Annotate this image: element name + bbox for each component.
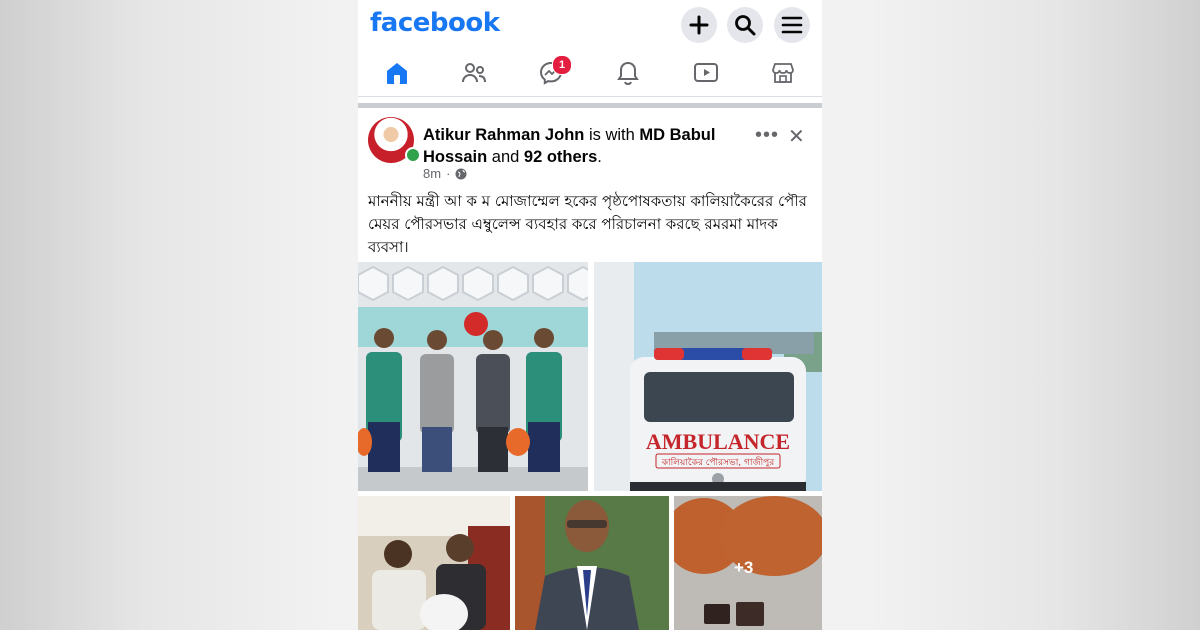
photo-arrest-scene[interactable] — [358, 262, 588, 491]
more-options-icon[interactable]: ••• — [755, 124, 779, 147]
photo-ambulance-art: AMBULANCE কালিয়াকৈর পৌরসভা, গাজীপুর — [594, 262, 822, 491]
post-meta: 8m · — [423, 166, 467, 181]
tab-watch[interactable] — [686, 56, 726, 90]
more-photos-count: +3 — [734, 558, 754, 577]
photo-meeting[interactable] — [358, 496, 510, 630]
hamburger-menu-icon — [781, 16, 803, 34]
ambulance-label: AMBULANCE — [646, 429, 790, 454]
friends-icon — [462, 63, 486, 83]
search-button[interactable] — [727, 7, 763, 43]
photo-ambulance[interactable]: AMBULANCE কালিয়াকৈর পৌরসভা, গাজীপুর — [594, 262, 822, 491]
tab-home[interactable] — [377, 56, 417, 90]
marketplace-icon — [772, 63, 794, 83]
close-icon[interactable]: ✕ — [788, 124, 805, 149]
with-text: is with — [588, 126, 635, 144]
and-text: and — [491, 148, 520, 166]
post-header: Atikur Rahman John is with MD Babul Hoss… — [423, 124, 743, 168]
post-body-text: মাননীয় মন্ত্রী আ ক ম মোজাম্মেল হকের পৃষ… — [368, 192, 807, 256]
tab-bar: 1 — [358, 52, 822, 94]
messenger-badge: 1 — [552, 55, 572, 75]
ambulance-sub-label: কালিয়াকৈর পৌরসভা, গাজীপুর — [661, 456, 776, 468]
others-link[interactable]: 92 others — [524, 148, 597, 166]
nav-divider — [358, 96, 822, 97]
photo-official-portrait-art — [515, 496, 669, 630]
bell-icon — [617, 61, 639, 86]
facebook-mobile-screen: facebook 1 Atikur Rahman John is with MD… — [358, 0, 822, 630]
post-time[interactable]: 8m — [423, 166, 441, 181]
menu-button[interactable] — [774, 7, 810, 43]
photo-official-portrait[interactable] — [515, 496, 669, 630]
search-icon — [735, 15, 756, 36]
top-bar: facebook — [358, 0, 822, 52]
home-icon — [387, 63, 407, 84]
photo-seized-items[interactable]: +3 — [674, 496, 822, 630]
video-icon — [694, 63, 718, 82]
tab-notifications[interactable] — [608, 56, 648, 90]
tab-marketplace[interactable] — [763, 56, 803, 90]
meta-dot: · — [446, 166, 451, 181]
plus-icon — [689, 15, 709, 35]
tab-friends[interactable] — [454, 56, 494, 90]
globe-icon — [455, 168, 467, 179]
facebook-logo[interactable]: facebook — [370, 8, 500, 38]
photo-arrest-scene-art — [358, 262, 588, 491]
create-button[interactable] — [681, 7, 717, 43]
author-name[interactable]: Atikur Rahman John — [423, 126, 584, 144]
header-period: . — [597, 148, 602, 166]
online-status-dot — [405, 147, 421, 163]
feed-separator — [358, 103, 822, 108]
photo-meeting-art — [358, 496, 510, 630]
tab-messenger[interactable]: 1 — [531, 55, 572, 90]
